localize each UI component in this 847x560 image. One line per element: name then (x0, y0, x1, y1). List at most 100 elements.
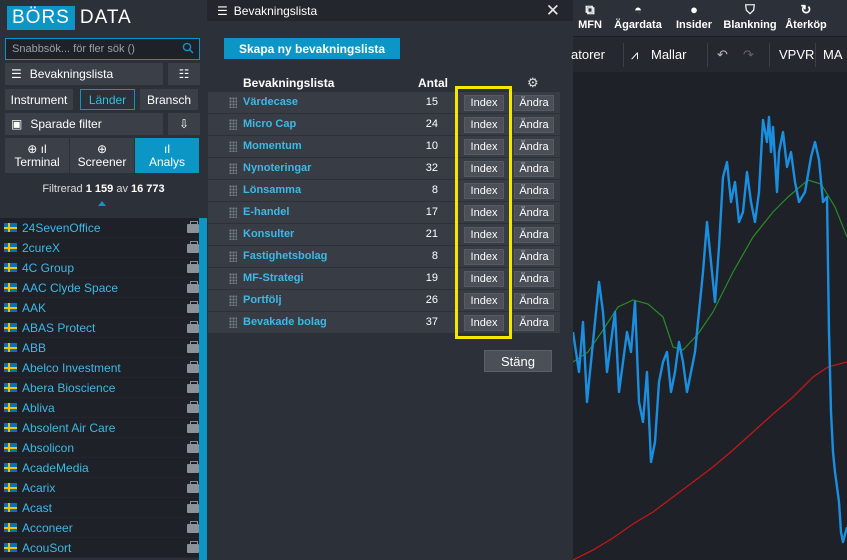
index-button[interactable]: Index (464, 139, 504, 155)
watchlist-name[interactable]: Konsulter (243, 228, 294, 240)
price-chart[interactable] (573, 72, 847, 560)
drag-handle-icon[interactable] (229, 119, 237, 130)
saved-filters-button[interactable]: ▣ Sparade filter (5, 113, 163, 135)
drag-handle-icon[interactable] (229, 163, 237, 174)
briefcase-icon[interactable] (187, 261, 199, 273)
briefcase-icon[interactable] (187, 501, 199, 513)
watchlist-row[interactable]: E-handel 17 Index Ändra (208, 202, 560, 224)
watchlist-row[interactable]: Konsulter 21 Index Ändra (208, 224, 560, 246)
briefcase-icon[interactable] (187, 401, 199, 413)
briefcase-icon[interactable] (187, 301, 199, 313)
drag-handle-icon[interactable] (229, 207, 237, 218)
drag-handle-icon[interactable] (229, 317, 237, 328)
watchlist-name[interactable]: Lönsamma (243, 184, 301, 196)
company-list-item[interactable]: Abera Bioscience (0, 378, 207, 398)
briefcase-icon[interactable] (187, 381, 199, 393)
filter-tab-instrument[interactable]: Instrument (5, 89, 73, 110)
company-list-item[interactable]: Acconeer (0, 518, 207, 538)
watchlist-row[interactable]: MF-Strategi 19 Index Ändra (208, 268, 560, 290)
company-list-item[interactable]: AcadeMedia (0, 458, 207, 478)
watchlist-row[interactable]: Fastighetsbolag 8 Index Ändra (208, 246, 560, 268)
nav-aterkop[interactable]: ↻ Återköp (781, 0, 831, 36)
search-icon[interactable] (182, 42, 194, 54)
watchlist-name[interactable]: Bevakade bolag (243, 316, 327, 328)
create-watchlist-button[interactable]: Skapa ny bevakningslista (224, 38, 400, 59)
change-button[interactable]: Ändra (514, 271, 554, 287)
scrollbar[interactable] (199, 218, 207, 560)
company-list-item[interactable]: Acast (0, 498, 207, 518)
index-button[interactable]: Index (464, 205, 504, 221)
index-button[interactable]: Index (464, 161, 504, 177)
change-button[interactable]: Ändra (514, 249, 554, 265)
index-button[interactable]: Index (464, 315, 504, 331)
watchlist-row[interactable]: Portfölj 26 Index Ändra (208, 290, 560, 312)
drag-handle-icon[interactable] (229, 251, 237, 262)
drag-handle-icon[interactable] (229, 97, 237, 108)
change-button[interactable]: Ändra (514, 183, 554, 199)
view-tab-terminal[interactable]: ⊕ ıl Terminal (5, 138, 69, 173)
watchlist-row[interactable]: Värdecase 15 Index Ändra (208, 92, 560, 114)
watchlist-row[interactable]: Micro Cap 24 Index Ändra (208, 114, 560, 136)
watchlist-row[interactable]: Momentum 10 Index Ändra (208, 136, 560, 158)
briefcase-icon[interactable] (187, 341, 199, 353)
vpvr-button[interactable]: VPVR (779, 47, 814, 62)
filter-tab-bransch[interactable]: Bransch (140, 89, 198, 110)
drag-handle-icon[interactable] (229, 185, 237, 196)
briefcase-icon[interactable] (187, 281, 199, 293)
company-list-item[interactable]: AAC Clyde Space (0, 278, 207, 298)
watchlist-name[interactable]: E-handel (243, 206, 289, 218)
index-button[interactable]: Index (464, 227, 504, 243)
watchlist-name[interactable]: Momentum (243, 140, 302, 152)
watchlist-button[interactable]: ☰ Bevakningslista (5, 63, 163, 85)
ma-button[interactable]: MA (823, 47, 843, 62)
watchlist-name[interactable]: Micro Cap (243, 118, 296, 130)
collapse-arrow-icon[interactable] (98, 201, 106, 206)
app-logo[interactable]: BÖRS DATA (7, 6, 132, 30)
watchlist-name[interactable]: Nynoteringar (243, 162, 311, 174)
watchlist-sort-button[interactable]: ☷ (168, 63, 200, 85)
drag-handle-icon[interactable] (229, 273, 237, 284)
briefcase-icon[interactable] (187, 461, 199, 473)
view-tab-screener[interactable]: ⊕ Screener (70, 138, 134, 173)
watchlist-name[interactable]: Portfölj (243, 294, 282, 306)
nav-agardata[interactable]: ◓ Ägardata (607, 0, 669, 36)
company-list-item[interactable]: 4C Group (0, 258, 207, 278)
change-button[interactable]: Ändra (514, 315, 554, 331)
briefcase-icon[interactable] (187, 541, 199, 553)
briefcase-icon[interactable] (187, 421, 199, 433)
templates-button[interactable]: Mallar (651, 47, 686, 62)
watchlist-row[interactable]: Nynoteringar 32 Index Ändra (208, 158, 560, 180)
briefcase-icon[interactable] (187, 361, 199, 373)
briefcase-icon[interactable] (187, 481, 199, 493)
change-button[interactable]: Ändra (514, 117, 554, 133)
index-button[interactable]: Index (464, 117, 504, 133)
briefcase-icon[interactable] (187, 241, 199, 253)
watchlist-name[interactable]: Värdecase (243, 96, 298, 108)
undo-icon[interactable]: ↶ (717, 47, 728, 63)
gear-icon[interactable]: ⚙ (527, 75, 539, 91)
company-list-item[interactable]: Abliva (0, 398, 207, 418)
change-button[interactable]: Ändra (514, 139, 554, 155)
index-button[interactable]: Index (464, 271, 504, 287)
view-tab-analys[interactable]: ıl Analys (135, 138, 199, 173)
company-list-item[interactable]: ABB (0, 338, 207, 358)
redo-icon[interactable]: ↷ (743, 47, 754, 63)
watchlist-name[interactable]: MF-Strategi (243, 272, 304, 284)
nav-mfn[interactable]: ⧉ MFN (573, 0, 607, 36)
company-list-item[interactable]: AAK (0, 298, 207, 318)
watchlist-name[interactable]: Fastighetsbolag (243, 250, 327, 262)
nav-blankning[interactable]: ⛉ Blankning (719, 0, 781, 36)
company-list-item[interactable]: ABAS Protect (0, 318, 207, 338)
change-button[interactable]: Ändra (514, 95, 554, 111)
company-list-item[interactable]: Acarix (0, 478, 207, 498)
close-button[interactable]: Stäng (484, 350, 552, 372)
change-button[interactable]: Ändra (514, 227, 554, 243)
index-button[interactable]: Index (464, 293, 504, 309)
index-button[interactable]: Index (464, 95, 504, 111)
drag-handle-icon[interactable] (229, 295, 237, 306)
briefcase-icon[interactable] (187, 521, 199, 533)
briefcase-icon[interactable] (187, 321, 199, 333)
company-list-item[interactable]: Absolicon (0, 438, 207, 458)
indicators-button[interactable]: atorer (571, 47, 605, 62)
watchlist-row[interactable]: Lönsamma 8 Index Ändra (208, 180, 560, 202)
